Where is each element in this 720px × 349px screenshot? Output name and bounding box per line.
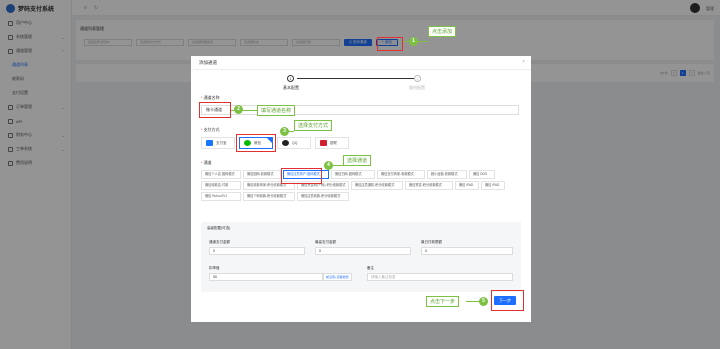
divider [191,69,531,70]
highlight-pay-method [236,134,276,152]
name-label: *通道名称 [201,95,220,100]
add-channel-dialog: 添加通道 × 1 2 基本配置 路由配置 *通道名称 微卡通道 *支付方式 支付… [191,56,531,322]
annotation-line [333,165,343,166]
annotation-number: 4 [324,161,333,170]
steps: 1 2 基本配置 路由配置 [283,75,435,93]
advanced-options-panel: 高级配置(可选) 通道支付金额 0 最高支付金额 0 最日付款限额 0 扣率值 … [201,222,521,292]
highlight-name-input [199,102,231,118]
channel-option[interactable]: 微信 iPAD [481,181,505,190]
close-icon[interactable]: × [522,59,525,65]
annotation-line [289,131,294,132]
pay-method-qq[interactable]: QQ [277,137,311,149]
step-1-icon: 1 [287,75,294,82]
alipay-icon [206,140,213,146]
annotation-line [243,110,257,111]
channel-option[interactable]: 微信收款店-付款 [201,181,241,190]
qq-icon [282,140,289,146]
annotation-label: 点击下一步 [426,296,460,307]
highlight-next-button [491,290,524,311]
channel-option[interactable]: 微信个人店-固码模式 [201,170,241,179]
pay-method-label: *支付方式 [201,127,220,132]
channel-option[interactable]: 微信店员通知-积分收款模式 [351,181,403,190]
annotation-number: 2 [234,105,243,114]
step-2-label: 路由配置 [409,85,425,90]
pay-method-unionpay[interactable]: 银联 [315,137,349,149]
min-amount-input[interactable]: 0 [209,247,305,255]
channel-option[interactable]: 微信固码-收款模式 [243,170,281,179]
annotation-line [418,41,428,42]
annotation-label: 点击添加 [428,26,457,37]
rate-mode-button[interactable]: 前沿值+定额收费 [323,273,352,281]
channel-option[interactable]: 超小经营-收款模式 [427,170,467,179]
channel-option[interactable]: 微信赞赏-积分收款模式 [405,181,453,190]
remark-label: 备注 [367,266,374,270]
channel-option[interactable]: 微信 Ruhuv2V1 [201,192,241,201]
annotation-line [466,301,479,302]
annotation-number: 1 [409,37,418,46]
pay-method-alipay[interactable]: 支付宝 [201,137,235,149]
annotation-number: 3 [280,127,289,136]
channel-label: *通道 [201,160,212,165]
annotation-label: 选择支付方式 [294,120,333,131]
max-amount-input[interactable]: 0 [315,247,411,255]
advanced-options-title: 高级配置(可选) [207,226,231,230]
remark-input[interactable]: 请输入备注信息 [367,273,513,281]
annotation-number: 5 [479,297,488,306]
step-2-icon: 2 [414,75,421,82]
annotation-label: 选择通道 [343,155,372,166]
rate-label: 扣率值 [209,266,220,270]
annotation-label: 填写通道名称 [257,105,296,116]
daily-limit-input[interactable]: 0 [421,247,513,255]
step-1-label: 基本配置 [283,85,299,90]
dialog-title: 添加通道 [199,60,217,65]
daily-limit-label: 最日付款限额 [421,240,442,244]
highlight-add-button [377,37,403,51]
channel-option[interactable]: 微信 DDS [469,170,495,179]
rate-input[interactable]: 50 [209,273,323,281]
channel-option[interactable]: 微信个码收款-积分收款模式 [243,192,295,201]
max-amount-label: 最高支付金额 [315,240,336,244]
channel-option[interactable]: 微信 iPAD [455,181,479,190]
channel-option[interactable]: 微信支付商家-收款模式 [377,170,425,179]
highlight-channel [281,168,322,184]
min-amount-label: 通道支付金额 [209,240,230,244]
unionpay-icon [320,140,327,146]
step-line [297,78,415,79]
channel-option[interactable]: 微信扫码-固码模式 [331,170,375,179]
channel-option[interactable]: 微信店员收款-积分收款模式 [297,192,349,201]
